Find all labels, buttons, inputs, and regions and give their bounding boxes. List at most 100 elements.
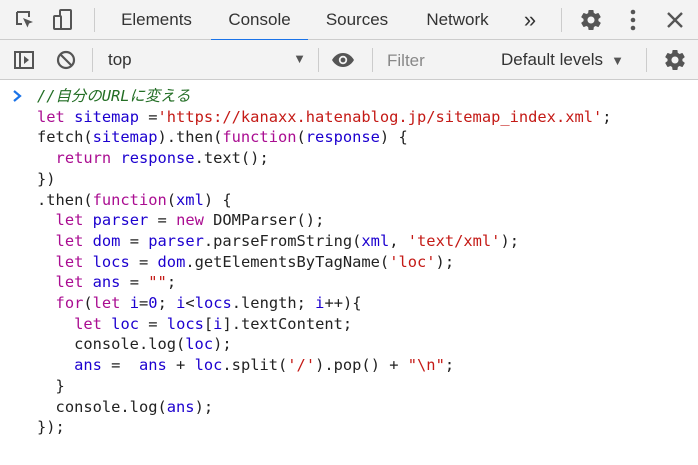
code-token: ); [194, 397, 214, 416]
divider [318, 48, 319, 72]
code-token: ans [138, 356, 167, 375]
code-token: locs [92, 252, 130, 271]
console-toolbar: top ▼ Filter Default levels ▼ [0, 40, 698, 80]
code-token: ( [83, 294, 93, 313]
code-token: 'loc' [389, 252, 436, 271]
code-token: ; [157, 294, 177, 313]
code-token: ); [500, 231, 519, 250]
code-token: "\n" [407, 356, 445, 375]
code-token: + [166, 356, 195, 375]
code-token: dom [92, 231, 121, 250]
code-token: '/' [287, 356, 316, 375]
code-token: loc [111, 314, 139, 333]
code-token: ) { [203, 190, 232, 209]
eye-icon[interactable] [326, 40, 360, 80]
code-token: ).pop() + [315, 356, 408, 375]
code-token: = [148, 211, 177, 230]
code-token: let [37, 107, 65, 126]
code-token: xml [361, 231, 390, 250]
code-token: 0 [148, 294, 158, 313]
filter-input[interactable]: Filter [387, 51, 425, 71]
code-token: 'text/xml' [407, 231, 501, 250]
code-token: .parseFromString( [203, 231, 362, 250]
code-token: ); [435, 252, 455, 271]
settings-gear-icon[interactable] [660, 40, 690, 80]
code-token: < [185, 294, 195, 313]
code-token: loc [194, 356, 223, 375]
tab-sources[interactable]: Sources [314, 0, 400, 40]
code-token: ++){ [324, 294, 362, 313]
code-token: ( [166, 190, 177, 209]
code-token: console.log( [55, 397, 167, 416]
inspect-element-icon[interactable] [8, 0, 42, 40]
close-icon[interactable] [660, 0, 690, 40]
code-token: DOMParser(); [203, 211, 325, 230]
code-token: parser [148, 231, 204, 250]
log-levels-dropdown[interactable]: Default levels ▼ [501, 50, 624, 70]
tab-console[interactable]: Console [211, 0, 308, 41]
code-token: let [55, 273, 84, 292]
code-token: sitemap [92, 128, 158, 147]
code-token: i [176, 294, 186, 313]
tab-elements[interactable]: Elements [108, 0, 205, 40]
code-token: "" [148, 273, 167, 292]
code-token: = [138, 314, 167, 333]
code-token: , [389, 231, 408, 250]
code-token: = [138, 107, 158, 126]
code-token: .then( [37, 190, 93, 209]
code-token: ; [444, 356, 455, 375]
kebab-menu-icon[interactable] [620, 0, 646, 40]
code-token: ( [296, 128, 306, 147]
code-token: sitemap [74, 107, 139, 126]
code-token: response [120, 149, 195, 168]
code-token: locs [194, 294, 232, 313]
code-token: fetch( [37, 128, 93, 147]
context-label: top [108, 50, 132, 69]
code-token: 'https://kanaxx.hatenablog.jp/sitemap_in… [157, 107, 603, 126]
code-token: }) [37, 169, 56, 188]
code-token: console.log( [74, 335, 186, 354]
code-token: = [129, 252, 158, 271]
device-toolbar-icon[interactable] [46, 0, 80, 40]
code-token: let [74, 314, 102, 333]
code-token: let [55, 211, 84, 230]
devtools-tabbar: Elements Console Sources Network » [0, 0, 698, 41]
log-levels-label: Default levels [501, 50, 604, 69]
code-token: .text(); [194, 149, 269, 168]
code-token: let [55, 252, 84, 271]
code-token: = [139, 294, 149, 313]
code-token: .getElementsByTagName( [185, 252, 390, 271]
code-token: }); [37, 418, 65, 437]
tab-network[interactable]: Network [410, 0, 505, 40]
sidebar-toggle-icon[interactable] [8, 40, 40, 80]
code-token: let [55, 231, 84, 250]
divider [94, 8, 95, 32]
dropdown-arrow-icon: ▼ [611, 53, 624, 68]
code-token: new [176, 211, 204, 230]
context-selector[interactable]: top ▼ [100, 46, 312, 74]
code-token: } [55, 376, 65, 395]
code-token: return [55, 149, 112, 168]
divider [372, 48, 373, 72]
more-tabs-icon[interactable]: » [514, 0, 546, 40]
code-token: .split( [222, 356, 288, 375]
code-token: = [101, 356, 139, 375]
console-input-code[interactable]: //自分のURLに変える let sitemap ='https://kanax… [37, 86, 612, 438]
code-token: parser [92, 211, 149, 230]
code-token: locs [166, 314, 204, 333]
code-comment: //自分のURLに変える [37, 87, 191, 105]
code-token: dom [157, 252, 186, 271]
code-token: i [129, 294, 140, 313]
settings-gear-icon[interactable] [575, 0, 607, 40]
code-token: ans [92, 273, 121, 292]
code-token: ); [213, 335, 232, 354]
divider [646, 48, 647, 72]
divider [92, 48, 93, 72]
console-panel[interactable]: //自分のURLに変える let sitemap ='https://kanax… [0, 81, 698, 465]
code-token: = [120, 273, 149, 292]
code-token: xml [176, 190, 204, 209]
code-token: let [92, 294, 121, 313]
divider [561, 8, 562, 32]
code-token: loc [185, 335, 214, 354]
clear-console-icon[interactable] [50, 40, 82, 80]
